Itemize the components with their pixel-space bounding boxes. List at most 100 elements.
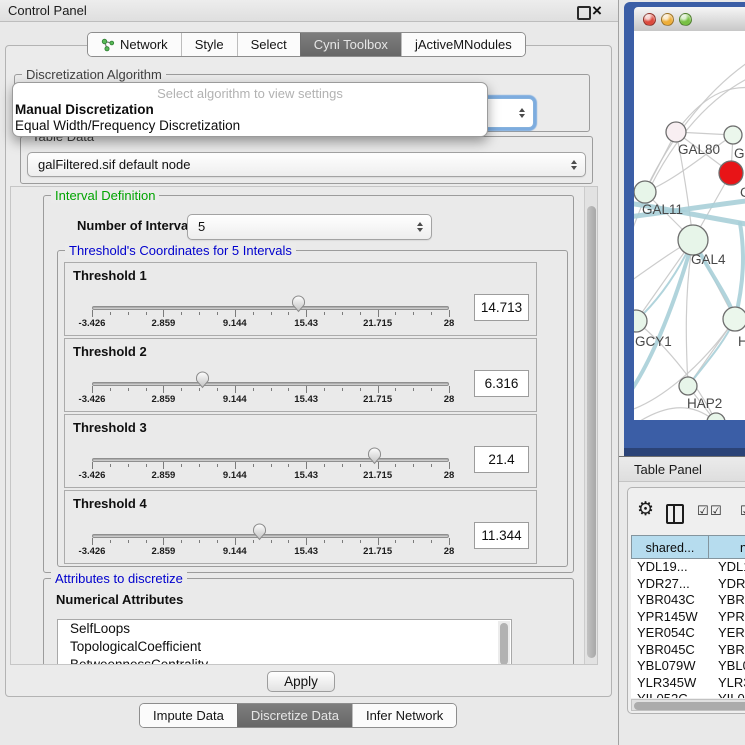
threshold-value-field[interactable]: 11.344	[474, 522, 529, 549]
interval-definition-group-title: Interval Definition	[51, 188, 159, 203]
number-of-intervals-combobox[interactable]: 5	[187, 214, 432, 240]
tick-label: 28	[419, 470, 479, 481]
network-icon	[101, 38, 115, 52]
attributes-list-scrollbar[interactable]	[498, 621, 510, 665]
tick-mark	[342, 540, 343, 543]
attribute-list-item[interactable]: BetweennessCentrality	[58, 656, 511, 665]
checkbox-icon[interactable]: ☑	[710, 503, 722, 519]
apply-button[interactable]: Apply	[267, 671, 335, 692]
cell-shared-name: YPR145W	[631, 609, 709, 626]
tick-mark	[235, 386, 236, 393]
threshold-value-field[interactable]: 6.316	[474, 370, 529, 397]
minimize-traffic-light[interactable]	[661, 13, 674, 26]
tab-discretize-data[interactable]: Discretize Data	[237, 704, 352, 727]
tab-cyni-toolbox[interactable]: Cyni Toolbox	[300, 33, 401, 56]
table-row[interactable]: YBR045CYBR0	[631, 642, 745, 659]
slider-thumb[interactable]	[290, 295, 307, 313]
split-columns-icon[interactable]	[666, 504, 684, 524]
table-row[interactable]: YBR043CYBR0	[631, 592, 745, 609]
threshold-slider-track[interactable]	[92, 382, 449, 386]
tick-mark	[449, 538, 450, 545]
tick-label: 21.715	[348, 318, 408, 329]
table-row[interactable]: YBL079WYBL0	[631, 658, 745, 675]
tab-network[interactable]: Network	[88, 33, 181, 56]
table-row[interactable]: YDL19...YDL1	[631, 559, 745, 576]
numerical-attributes-list[interactable]: SelfLoopsTopologicalCoefficientBetweenne…	[57, 619, 512, 665]
tick-mark	[449, 462, 450, 469]
attribute-list-item[interactable]: SelfLoops	[58, 620, 511, 638]
table-horizontal-scrollbar[interactable]	[631, 699, 745, 711]
threshold-slider-track[interactable]	[92, 458, 449, 462]
attribute-list-item[interactable]: TopologicalCoefficient	[58, 638, 511, 656]
number-of-intervals-value: 5	[198, 219, 205, 234]
tick-label: 28	[419, 394, 479, 405]
tick-mark	[449, 386, 450, 393]
tick-label: 15.43	[276, 394, 336, 405]
float-window-icon[interactable]	[577, 6, 591, 20]
tick-label: 21.715	[348, 470, 408, 481]
threshold-panel-3: Threshold 3-3.4262.8599.14415.4321.71528…	[64, 414, 537, 488]
cell-shared-name: YDR27...	[631, 576, 709, 593]
close-traffic-light[interactable]	[643, 13, 656, 26]
tick-mark	[181, 388, 182, 391]
close-icon[interactable]: ×	[592, 0, 602, 22]
column-header-name[interactable]: n	[709, 535, 745, 559]
dropdown-option-manual-discretization[interactable]: Manual Discretization	[15, 102, 154, 117]
interval-definition-group: Interval Definition Number of Intervals …	[43, 195, 574, 573]
network-node-gal80[interactable]	[666, 122, 686, 142]
cell-shared-name: YER054C	[631, 625, 709, 642]
network-node-label: GAL80	[678, 142, 720, 157]
threshold-slider-track[interactable]	[92, 534, 449, 538]
tick-mark	[360, 540, 361, 543]
bottom-tab-bar: Impute Data Discretize Data Infer Network	[139, 703, 457, 728]
table-panel-titlebar: Table Panel	[619, 456, 745, 482]
network-node-g[interactable]	[724, 126, 742, 144]
zoom-traffic-light[interactable]	[679, 13, 692, 26]
tab-label: Discretize Data	[251, 705, 339, 727]
tick-label: 28	[419, 546, 479, 557]
network-canvas[interactable]: GAL80G.CGAL11GAL4GCY1HHAP2	[634, 31, 745, 420]
tab-select[interactable]: Select	[237, 33, 300, 56]
table-row[interactable]: YER054CYER0	[631, 625, 745, 642]
combo-stepper-icon	[519, 108, 525, 118]
table-data-combobox[interactable]: galFiltered.sif default node	[27, 152, 586, 177]
tab-style[interactable]: Style	[181, 33, 237, 56]
table-row[interactable]: YIL052CYIL0	[631, 691, 745, 698]
network-node-hap2[interactable]	[679, 377, 697, 395]
control-panel-title: Control Panel	[8, 3, 87, 18]
gear-icon[interactable]: ⚙	[637, 500, 654, 519]
tab-infer-network[interactable]: Infer Network	[352, 704, 456, 727]
cell-name: YBR0	[709, 592, 745, 609]
tick-label: -3.426	[62, 318, 122, 329]
tick-mark	[92, 462, 93, 469]
tab-jactivemnodules[interactable]: jActiveMNodules	[401, 33, 525, 56]
table-row[interactable]: YPR145WYPR1	[631, 609, 745, 626]
settings-vertical-scrollbar[interactable]	[584, 187, 598, 664]
tab-label: Style	[195, 34, 224, 56]
checkbox-icon[interactable]: ☑	[740, 503, 745, 519]
threshold-panel-1: Threshold 1-3.4262.8599.14415.4321.71528…	[64, 262, 537, 336]
column-header-shared[interactable]: shared...	[631, 535, 709, 559]
slider-thumb[interactable]	[251, 523, 268, 541]
threshold-slider-track[interactable]	[92, 306, 449, 310]
dropdown-option-equal-width-frequency[interactable]: Equal Width/Frequency Discretization	[15, 118, 240, 133]
network-node-gal4[interactable]	[678, 225, 708, 255]
tick-mark	[92, 310, 93, 317]
cell-name: YBR0	[709, 642, 745, 659]
network-node-h[interactable]	[723, 307, 745, 331]
cell-name: YDR2	[709, 576, 745, 593]
slider-thumb[interactable]	[366, 447, 383, 465]
tick-mark	[395, 464, 396, 467]
threshold-value-field[interactable]: 14.713	[474, 294, 529, 321]
threshold-value-field[interactable]: 21.4	[474, 446, 529, 473]
checkbox-icon[interactable]: ☑	[697, 503, 709, 519]
table-row[interactable]: YLR345WYLR3	[631, 675, 745, 692]
network-node-c[interactable]	[719, 161, 743, 185]
table-row[interactable]: YDR27...YDR2	[631, 576, 745, 593]
slider-thumb[interactable]	[194, 371, 211, 389]
tick-mark	[342, 464, 343, 467]
tab-impute-data[interactable]: Impute Data	[140, 704, 237, 727]
number-of-intervals-label: Number of Intervals	[77, 218, 199, 233]
network-node-gal11[interactable]	[634, 181, 656, 203]
network-view-window: GAL80G.CGAL11GAL4GCY1HHAP2	[624, 2, 745, 456]
